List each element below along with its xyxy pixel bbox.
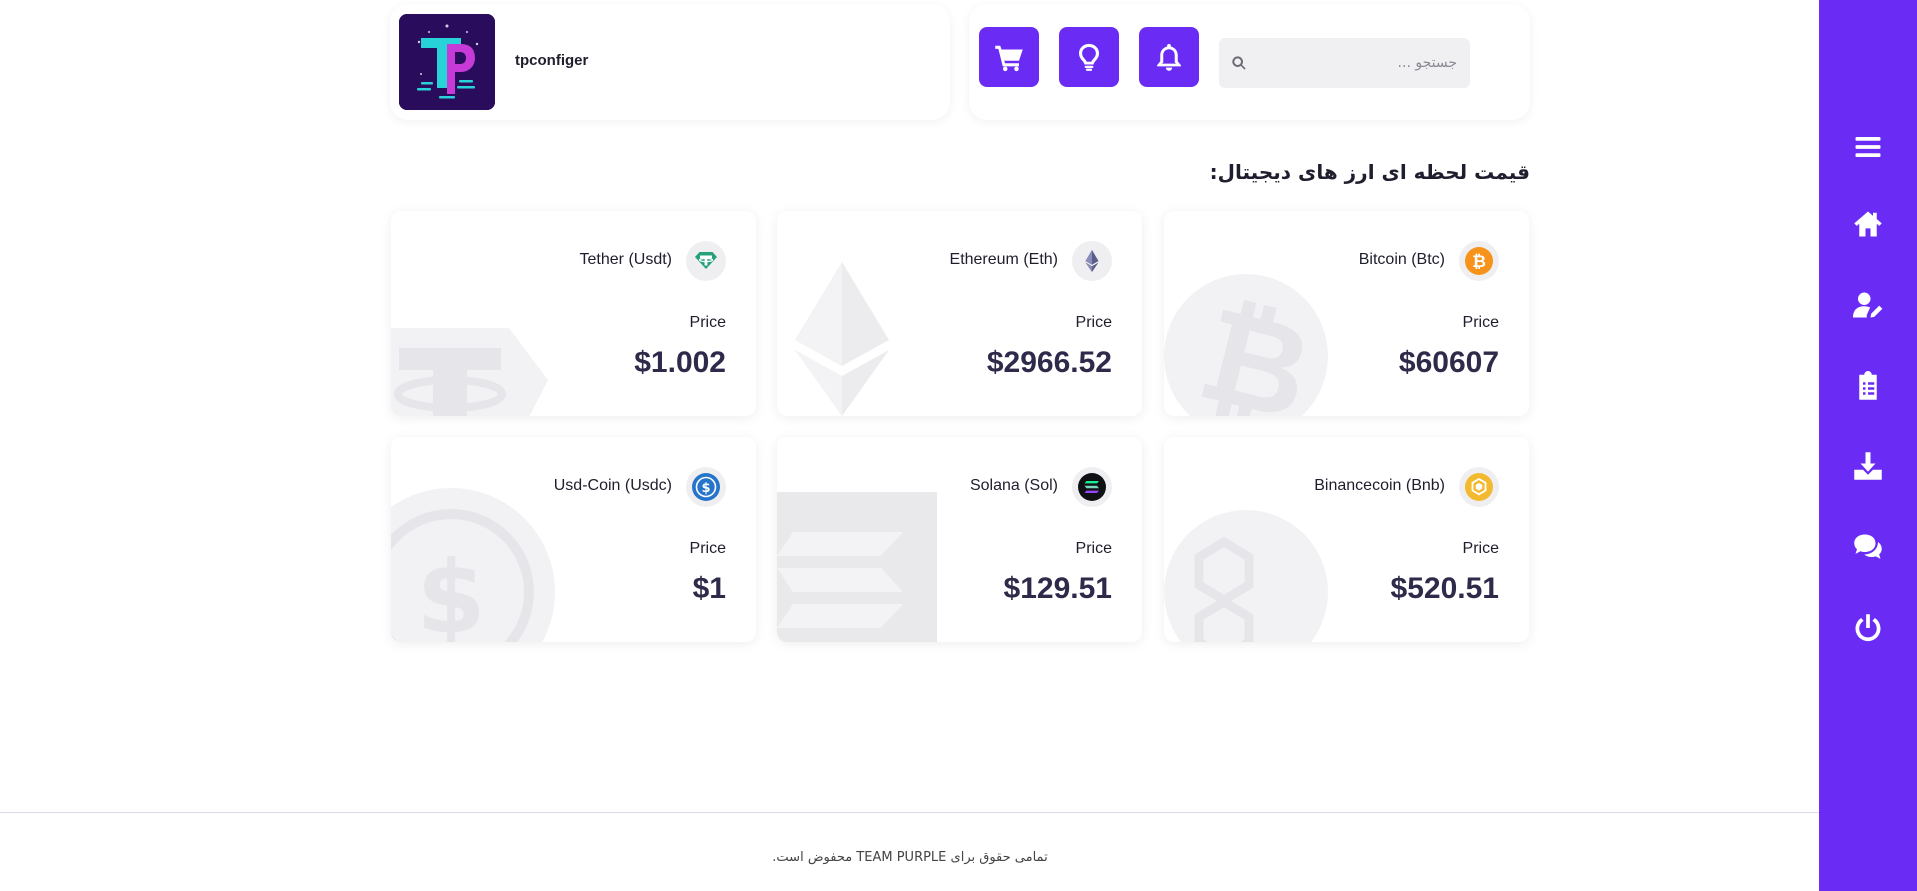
- sidebar-item-edit-profile[interactable]: [1819, 280, 1917, 330]
- tether-watermark-icon: [391, 328, 548, 416]
- price-value: $2966.52: [986, 346, 1112, 379]
- section-title: قیمت لحظه ای ارز های دیجیتال:: [1209, 160, 1530, 184]
- coin-name: Solana (Sol): [969, 477, 1058, 494]
- price-value: $1: [692, 572, 726, 605]
- price-label: Price: [689, 540, 726, 557]
- lightbulb-icon: [1079, 43, 1099, 71]
- notifications-button[interactable]: [1139, 27, 1199, 87]
- ethereum-icon: [1072, 241, 1112, 281]
- coin-card-solana[interactable]: Solana (Sol) Price $129.51: [777, 437, 1142, 642]
- ethereum-watermark-icon: [795, 262, 889, 416]
- coin-name: Usd-Coin (Usdc): [553, 477, 672, 494]
- sidebar-item-orders[interactable]: [1819, 361, 1917, 411]
- download-icon: [1854, 452, 1882, 480]
- sidebar: [1819, 0, 1917, 891]
- power-icon: [1855, 614, 1881, 642]
- sidebar-item-downloads[interactable]: [1819, 441, 1917, 491]
- search-input[interactable]: [1257, 38, 1457, 88]
- coin-card-binancecoin[interactable]: Binancecoin (Bnb) Price $520.51: [1164, 437, 1529, 642]
- coin-card-tether[interactable]: Tether (Usdt) Price $1.002: [391, 211, 756, 416]
- footer-copyright: تمامی حقوق برای TEAM PURPLE محفوض است.: [772, 850, 1048, 865]
- bnb-watermark-icon: [1164, 510, 1328, 642]
- username: tpconfiger: [515, 52, 589, 69]
- bnb-icon: [1459, 467, 1499, 507]
- coin-name: Ethereum (Eth): [949, 251, 1058, 268]
- cart-button[interactable]: [979, 27, 1039, 87]
- bell-icon: [1157, 43, 1181, 71]
- tether-icon: [686, 241, 726, 281]
- menu-button[interactable]: [1819, 122, 1917, 172]
- coin-name: Tether (Usdt): [579, 251, 672, 268]
- price-label: Price: [1075, 314, 1112, 331]
- bitcoin-icon: ₿: [1459, 241, 1499, 281]
- coin-card-bitcoin[interactable]: ₿ ₿ Bitcoin (Btc) Price $60607: [1164, 211, 1529, 416]
- svg-text:₿: ₿: [1472, 252, 1486, 272]
- coin-name: Binancecoin (Bnb): [1314, 477, 1445, 494]
- price-value: $520.51: [1390, 572, 1499, 605]
- home-icon: [1854, 211, 1882, 237]
- price-label: Price: [1462, 540, 1499, 557]
- coin-card-ethereum[interactable]: Ethereum (Eth) Price $2966.52: [777, 211, 1142, 416]
- user-avatar[interactable]: [399, 14, 495, 110]
- coin-card-usdc[interactable]: $ $ Usd-Coin (Usdc) Price $1: [391, 437, 756, 642]
- price-label: Price: [689, 314, 726, 331]
- coin-name: Bitcoin (Btc): [1358, 251, 1445, 268]
- ideas-button[interactable]: [1059, 27, 1119, 87]
- cart-icon: [995, 45, 1023, 72]
- clipboard-list-icon: [1859, 371, 1877, 400]
- price-value: $60607: [1398, 346, 1499, 379]
- chat-icon: [1854, 534, 1882, 559]
- price-label: Price: [1462, 314, 1499, 331]
- price-value: $1.002: [634, 346, 726, 379]
- user-card: tpconfiger: [390, 4, 950, 120]
- svg-text:$: $: [701, 481, 710, 496]
- bitcoin-watermark-icon: ₿: [1164, 274, 1328, 416]
- sidebar-item-chat[interactable]: [1819, 522, 1917, 572]
- usdc-watermark-icon: $: [391, 488, 555, 642]
- price-label: Price: [1075, 540, 1112, 557]
- sidebar-item-home[interactable]: [1819, 199, 1917, 249]
- search-icon[interactable]: [1231, 55, 1247, 71]
- usdc-icon: $: [686, 467, 726, 507]
- solana-icon: [1072, 467, 1112, 507]
- search-box: [1219, 38, 1470, 88]
- price-value: $129.51: [1003, 572, 1112, 605]
- footer-divider: [0, 812, 1819, 813]
- sidebar-item-logout[interactable]: [1819, 603, 1917, 653]
- user-edit-icon: [1853, 292, 1883, 318]
- actions-card: [969, 4, 1530, 120]
- svg-text:$: $: [416, 539, 486, 642]
- hamburger-icon: [1855, 137, 1881, 157]
- solana-watermark-icon: [777, 492, 937, 642]
- tp-logo-icon: [399, 14, 495, 110]
